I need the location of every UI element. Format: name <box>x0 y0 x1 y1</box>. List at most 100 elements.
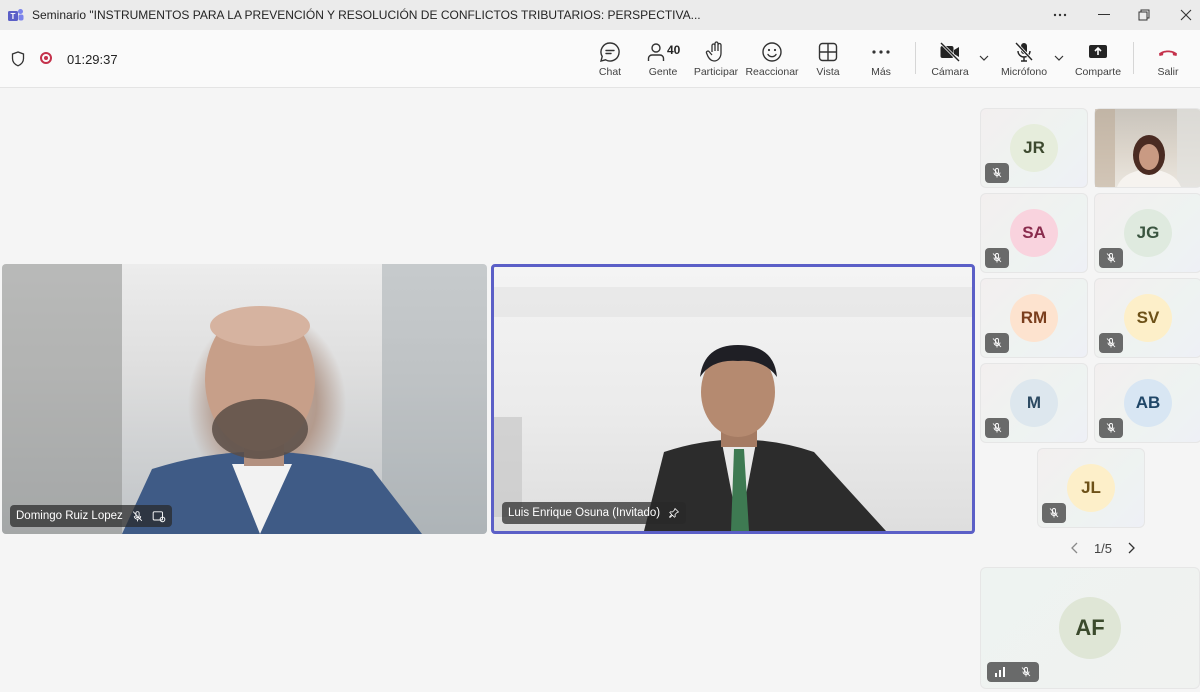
mute-indicator <box>1099 418 1123 438</box>
people-icon <box>647 43 665 61</box>
self-view-tile[interactable]: AF <box>980 567 1200 689</box>
page-indicator: 1/5 <box>1093 540 1113 556</box>
avatar: SA <box>1010 209 1058 257</box>
title-bar: T Seminario "INSTRUMENTOS PARA LA PREVEN… <box>0 0 1200 30</box>
participant-tile[interactable]: M <box>980 363 1088 443</box>
chat-label: Chat <box>598 66 622 78</box>
camera-button[interactable]: Cámara <box>920 38 980 82</box>
toolbar-divider <box>1133 42 1134 74</box>
avatar: AB <box>1124 379 1172 427</box>
react-button[interactable]: Reaccionar <box>742 38 802 82</box>
participant-video-image <box>2 264 487 534</box>
signal-bars-icon <box>995 667 1005 677</box>
participant-name-tag: Luis Enrique Osuna (Invitado) <box>502 502 687 524</box>
mic-off-icon <box>992 338 1002 348</box>
svg-text:T: T <box>11 12 16 21</box>
recording-icon <box>40 52 52 64</box>
hang-up-icon <box>1159 50 1177 56</box>
people-button[interactable]: 40 Gente <box>633 38 693 82</box>
mute-indicator <box>985 248 1009 268</box>
avatar: RM <box>1010 294 1058 342</box>
chevron-right-icon[interactable] <box>1126 542 1136 554</box>
teams-logo-icon: T <box>8 9 24 21</box>
minimize-icon[interactable] <box>1082 0 1126 30</box>
leave-label: Salir <box>1157 66 1179 78</box>
mic-off-icon <box>132 510 142 521</box>
participant-tile[interactable]: SV <box>1094 278 1200 358</box>
avatar: M <box>1010 379 1058 427</box>
view-label: Vista <box>816 66 840 78</box>
participant-video-2[interactable]: Luis Enrique Osuna (Invitado) <box>491 264 975 534</box>
raise-hand-button[interactable]: Participar <box>686 38 746 82</box>
share-button[interactable]: Comparte <box>1068 38 1128 82</box>
mic-off-icon <box>1014 41 1034 62</box>
shield-icon <box>11 51 25 67</box>
self-status-indicator <box>987 662 1039 682</box>
ellipsis-icon <box>872 50 890 54</box>
chat-button[interactable]: Chat <box>580 38 640 82</box>
mic-off-icon <box>1021 667 1031 677</box>
participant-tile[interactable]: SA <box>980 193 1088 273</box>
react-label: Reaccionar <box>745 66 799 78</box>
mute-indicator <box>1099 248 1123 268</box>
mute-indicator <box>985 333 1009 353</box>
avatar: JR <box>1010 124 1058 172</box>
people-label: Gente <box>648 66 678 78</box>
mic-off-icon <box>992 423 1002 433</box>
participant-video-tile[interactable] <box>1094 108 1200 188</box>
mic-off-icon <box>1106 338 1116 348</box>
camera-label: Cámara <box>931 66 969 78</box>
chevron-left-icon[interactable] <box>1070 542 1080 554</box>
participant-name-tag: Domingo Ruiz Lopez <box>10 505 172 527</box>
microphone-button[interactable]: Micrófono <box>994 38 1054 82</box>
more-button[interactable]: Más <box>851 38 911 82</box>
more-label: Más <box>871 66 891 78</box>
background-effects-icon <box>152 510 166 522</box>
mic-off-icon <box>992 168 1002 178</box>
window-title: Seminario "INSTRUMENTOS PARA LA PREVENCI… <box>32 8 701 22</box>
toolbar-divider <box>915 42 916 74</box>
participant-tile[interactable]: JL <box>1037 448 1145 528</box>
avatar: JL <box>1067 464 1115 512</box>
camera-options-chevron-icon[interactable] <box>978 52 990 64</box>
mute-indicator <box>985 163 1009 183</box>
mute-indicator <box>1042 503 1066 523</box>
mute-indicator <box>1099 333 1123 353</box>
participant-video-image <box>494 287 972 531</box>
view-button[interactable]: Vista <box>798 38 858 82</box>
mute-indicator <box>985 418 1009 438</box>
meeting-toolbar: 01:29:37 Chat 40 Gente Participar Reacci… <box>0 30 1200 88</box>
meeting-timer: 01:29:37 <box>67 52 118 67</box>
participant-video-image <box>1095 109 1200 187</box>
gallery-pager: 1/5 <box>1058 538 1148 558</box>
grid-view-icon <box>818 42 838 62</box>
participant-video-1[interactable]: Domingo Ruiz Lopez <box>2 264 487 534</box>
mic-label: Micrófono <box>1000 66 1048 78</box>
participant-tile[interactable]: AB <box>1094 363 1200 443</box>
restore-icon[interactable] <box>1122 0 1166 30</box>
participant-tile[interactable]: JR <box>980 108 1088 188</box>
pin-icon[interactable] <box>668 507 680 519</box>
mic-off-icon <box>1106 423 1116 433</box>
avatar: SV <box>1124 294 1172 342</box>
self-avatar: AF <box>1059 597 1121 659</box>
leave-button[interactable]: Salir <box>1138 38 1198 82</box>
camera-off-icon <box>939 41 961 63</box>
raise-label: Participar <box>693 66 739 78</box>
share-label: Comparte <box>1074 66 1122 78</box>
participant-name: Domingo Ruiz Lopez <box>16 510 123 522</box>
avatar: JG <box>1124 209 1172 257</box>
participant-name: Luis Enrique Osuna (Invitado) <box>508 507 661 519</box>
chat-icon <box>600 42 620 62</box>
hand-icon <box>705 41 722 62</box>
smiley-icon <box>762 42 782 62</box>
mic-off-icon <box>992 253 1002 263</box>
participant-tile[interactable]: RM <box>980 278 1088 358</box>
close-icon[interactable] <box>1164 0 1200 30</box>
mic-off-icon <box>1106 253 1116 263</box>
share-screen-icon <box>1089 45 1107 58</box>
mic-options-chevron-icon[interactable] <box>1053 52 1065 64</box>
people-count: 40 <box>667 43 681 57</box>
more-options-icon[interactable] <box>1038 0 1082 30</box>
participant-tile[interactable]: JG <box>1094 193 1200 273</box>
